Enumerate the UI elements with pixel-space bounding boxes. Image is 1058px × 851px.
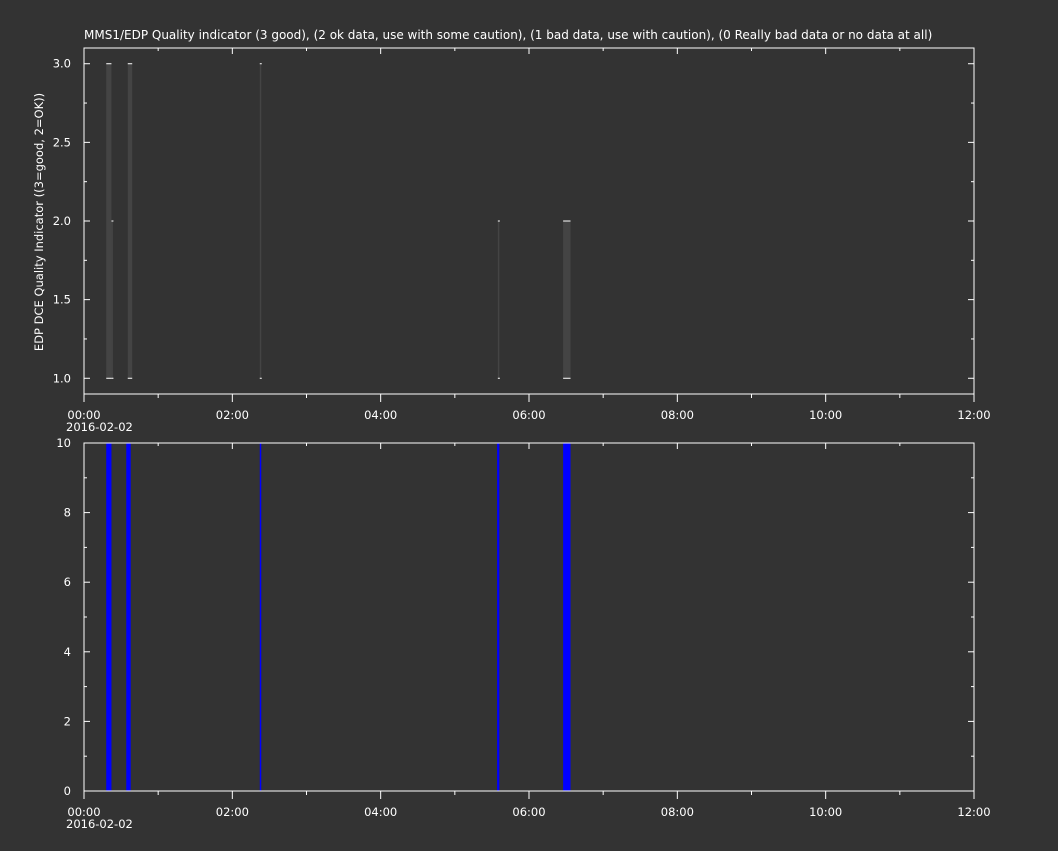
x-tick-label: 02:00 [216,408,249,422]
y-tick-label: 2 [64,714,71,728]
chart-canvas: MMS1/EDP Quality indicator (3 good), (2 … [32,28,991,831]
x-date-label: 2016-02-02 [66,817,133,831]
x-tick-label: 08:00 [661,408,694,422]
data-bar [563,443,571,791]
y-tick-label: 0 [64,784,71,798]
y-tick-label: 4 [64,645,71,659]
x-tick-label: 10:00 [809,408,842,422]
y-tick-label: 10 [56,436,71,450]
data-bar [106,443,112,791]
data-bar [106,63,112,379]
data-bar [497,443,500,791]
data-bar [563,221,571,379]
y-tick-label: 3.0 [53,57,71,71]
y-tick-label: 8 [64,506,71,520]
data-bar [259,443,262,791]
y-axis-label: EDP DCE Quality Indicator ((3=good, 2=OK… [32,93,46,351]
x-tick-label: 02:00 [216,805,249,819]
data-bar [127,63,133,379]
plot-frame [83,442,975,792]
x-tick-label: 08:00 [661,805,694,819]
x-tick-label: 04:00 [364,408,397,422]
y-tick-label: 2.5 [53,135,71,149]
x-date-label: 2016-02-02 [66,420,133,434]
x-tick-label: 12:00 [957,408,990,422]
chart-title: MMS1/EDP Quality indicator (3 good), (2 … [84,28,932,42]
y-tick-label: 6 [64,575,71,589]
x-tick-label: 06:00 [512,805,545,819]
data-bar [497,221,500,379]
plot-window: MMS1/EDP Quality indicator (3 good), (2 … [0,0,1058,851]
x-tick-label: 06:00 [512,408,545,422]
data-bar [259,63,262,379]
plot-frame [83,47,975,395]
y-tick-label: 1.5 [53,293,71,307]
y-tick-label: 1.0 [53,371,71,385]
data-bar [111,221,113,379]
x-tick-label: 10:00 [809,805,842,819]
x-tick-label: 12:00 [957,805,990,819]
x-tick-label: 04:00 [364,805,397,819]
y-tick-label: 2.0 [53,214,71,228]
data-bar [126,443,131,791]
